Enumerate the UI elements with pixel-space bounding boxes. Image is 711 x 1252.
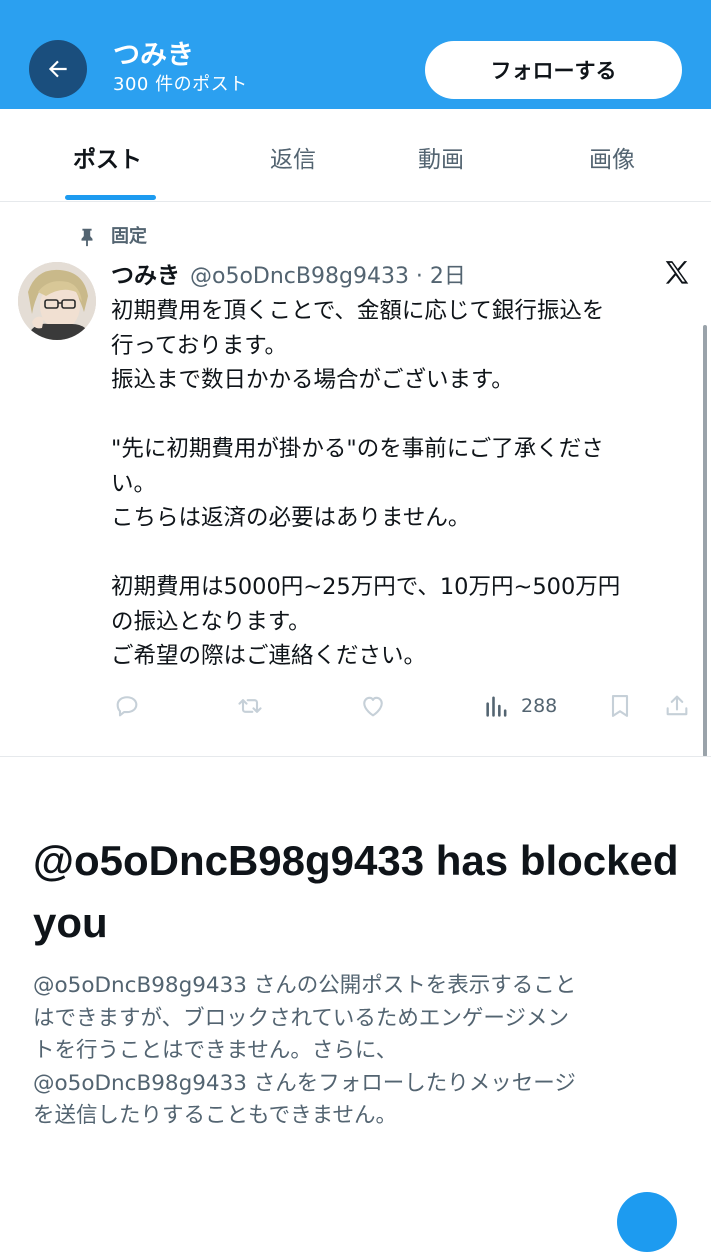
share-icon bbox=[666, 695, 688, 716]
pinned-indicator bbox=[76, 224, 98, 250]
tab-videos[interactable]: 動画 bbox=[418, 145, 464, 175]
compose-button[interactable] bbox=[617, 1192, 677, 1252]
active-tab-indicator bbox=[65, 195, 156, 200]
views-button[interactable] bbox=[482, 688, 512, 724]
section-divider bbox=[0, 756, 711, 757]
profile-header: つみき 300 件のポスト フォローする bbox=[0, 0, 711, 109]
blocked-title: @o5oDncB98g9433 has blocked you bbox=[33, 837, 679, 946]
x-logo-icon bbox=[665, 261, 689, 284]
post-actions: 288 bbox=[0, 688, 711, 728]
pin-icon bbox=[81, 228, 93, 247]
like-icon bbox=[363, 696, 383, 717]
bookmark-button[interactable] bbox=[605, 688, 635, 724]
profile-name: つみき bbox=[113, 40, 194, 71]
follow-button[interactable]: フォローする bbox=[425, 41, 682, 99]
pinned-label: 固定 bbox=[111, 226, 147, 247]
share-button[interactable] bbox=[662, 688, 692, 724]
profile-tabs: ポスト 返信 動画 画像 bbox=[0, 109, 711, 202]
repost-icon bbox=[238, 699, 262, 713]
views-count: 288 bbox=[521, 695, 558, 717]
post-count: 300 件のポスト bbox=[113, 74, 248, 95]
avatar-illustration bbox=[18, 262, 96, 340]
arrow-left-icon bbox=[48, 60, 67, 78]
post-header: つみき @o5oDncB98g9433 · 2日 bbox=[111, 256, 466, 292]
reply-button[interactable] bbox=[112, 688, 142, 724]
blocked-description: @o5oDncB98g9433 さんの公開ポストを表示すること はできますが、ブ… bbox=[33, 973, 577, 1128]
back-button[interactable] bbox=[29, 40, 87, 98]
repost-button[interactable] bbox=[235, 688, 265, 724]
scrollbar[interactable] bbox=[703, 325, 707, 757]
tab-replies[interactable]: 返信 bbox=[270, 145, 316, 175]
bookmark-icon bbox=[611, 695, 629, 717]
tab-images[interactable]: 画像 bbox=[589, 145, 635, 175]
avatar[interactable] bbox=[18, 262, 96, 340]
post-text: 初期費用を頂くことで、金額に応じて銀行振込を 行っております。 振込まで数日かか… bbox=[111, 298, 621, 669]
like-button[interactable] bbox=[358, 688, 388, 724]
views-icon bbox=[486, 696, 507, 717]
tab-posts[interactable]: ポスト bbox=[73, 145, 142, 175]
reply-icon bbox=[116, 696, 138, 717]
post-handle-time: @o5oDncB98g9433 · 2日 bbox=[190, 264, 466, 289]
post-author-name[interactable]: つみき bbox=[111, 256, 180, 290]
